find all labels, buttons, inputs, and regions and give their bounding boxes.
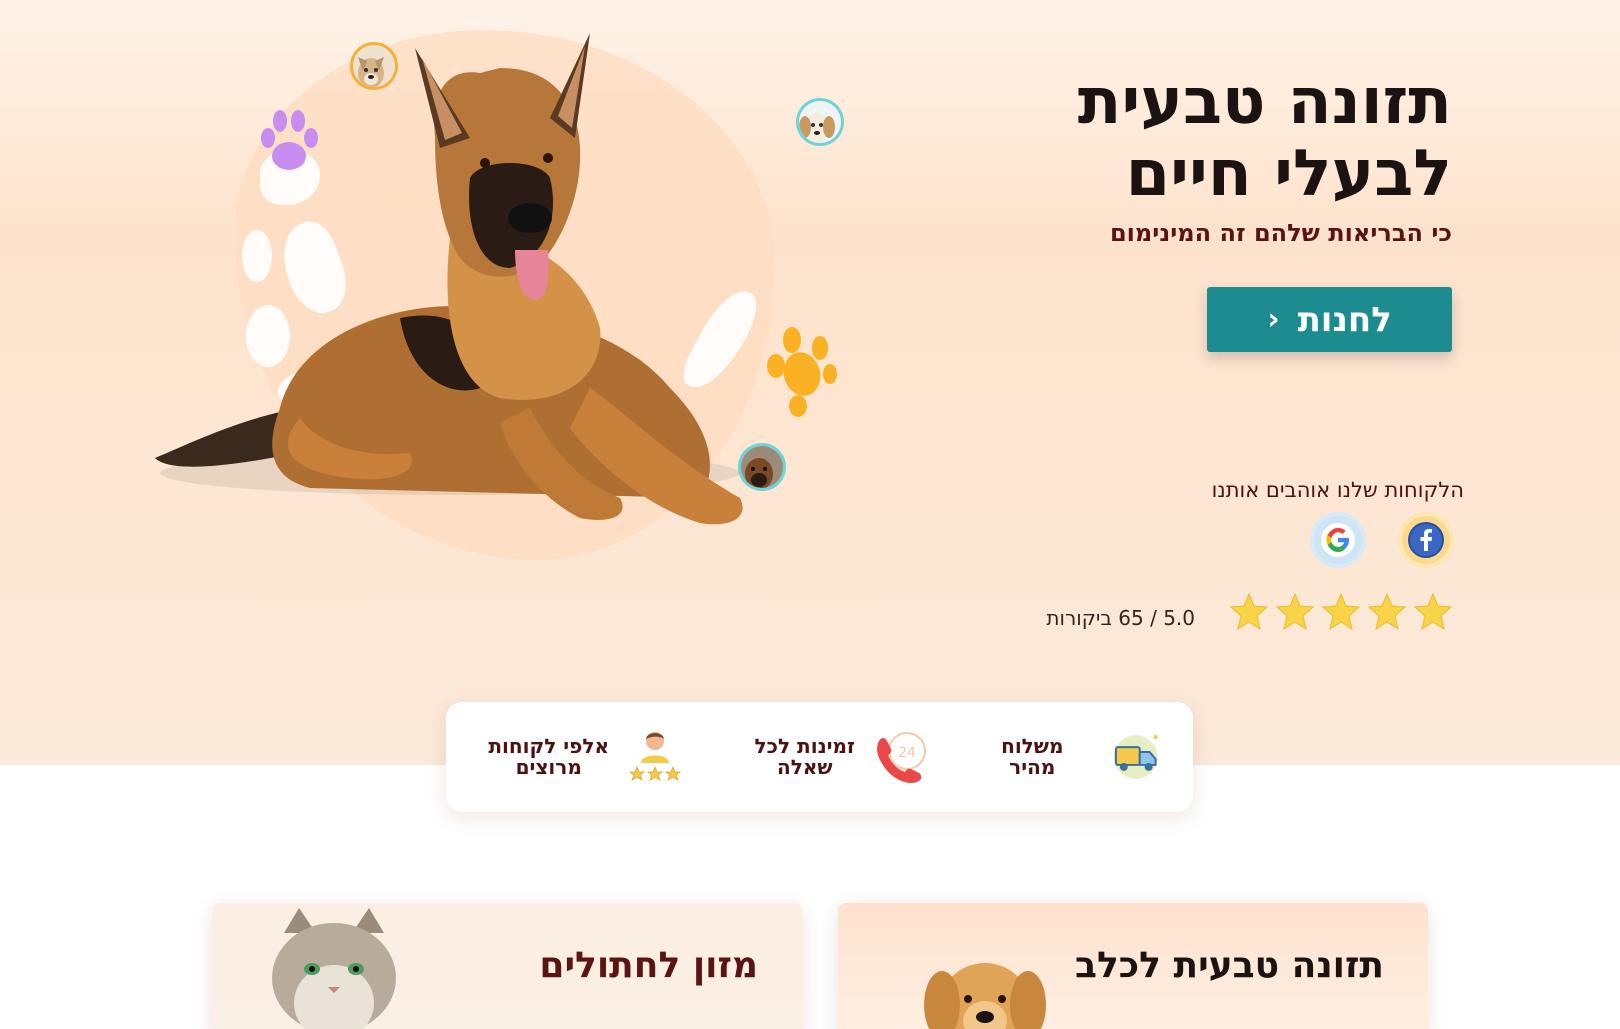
- dog-card-title: תזונה טבעית לכלב: [1075, 945, 1384, 986]
- feature-label-line2: שאלה: [776, 755, 833, 779]
- feature-label: משלוח מהיר: [1001, 734, 1064, 779]
- feature-happy-customers: אלפי לקוחות מרוצים: [485, 720, 685, 794]
- google-review-link[interactable]: [1310, 512, 1366, 568]
- facebook-icon: [1402, 516, 1450, 564]
- dog-food-card[interactable]: תזונה טבעית לכלב: [838, 903, 1428, 1029]
- hero-subtitle: כי הבריאות שלהם זה המינימום: [1109, 219, 1452, 247]
- star-icon: [1321, 592, 1361, 631]
- chevron-left-icon: ‹: [1267, 301, 1280, 337]
- star-icon: [1275, 592, 1315, 631]
- feature-availability: 24 זמינות לכל שאלה: [731, 720, 931, 794]
- hero-title-line1: תזונה טבעית: [1077, 65, 1452, 139]
- star-icon: [1367, 592, 1407, 631]
- hero-title-line2: לבעלי חיים: [1125, 137, 1452, 211]
- features-bar: משלוח מהיר 24 זמינות לכל שאלה אלפי לקוחו…: [446, 702, 1193, 812]
- feature-fast-delivery: משלוח מהיר: [975, 720, 1165, 794]
- cat-food-card[interactable]: מזון לחתולים: [212, 903, 802, 1029]
- cat-image: [272, 908, 396, 1029]
- star-icon: [1413, 592, 1453, 631]
- feature-label: זמינות לכל שאלה: [755, 736, 855, 778]
- rating-stars: [1229, 592, 1453, 632]
- reviews-title: הלקוחות שלנו אוהבים אותנו: [1211, 478, 1464, 502]
- feature-label: אלפי לקוחות מרוצים: [488, 736, 609, 778]
- hero-title: תזונה טבעית לבעלי חיים: [932, 66, 1452, 210]
- facebook-review-link[interactable]: [1398, 512, 1454, 568]
- rating-summary: 5.0 / 65 ביקורות: [1046, 606, 1195, 630]
- shop-button-label: לחנות: [1297, 299, 1392, 340]
- feature-label-line1: אלפי לקוחות: [488, 734, 609, 758]
- delivery-truck-icon: [1113, 735, 1158, 779]
- google-icon: [1314, 516, 1362, 564]
- svg-text:24: 24: [898, 745, 916, 761]
- feature-label-line2: מרוצים: [515, 755, 582, 779]
- golden-retriever-image: [924, 963, 1046, 1029]
- happy-customer-icon: [628, 732, 682, 781]
- shop-button[interactable]: לחנות ‹: [1207, 287, 1452, 352]
- feature-label-line1: זמינות לכל: [754, 734, 855, 758]
- cat-card-title: מזון לחתולים: [539, 945, 758, 986]
- dog-avatar: [796, 98, 844, 146]
- star-icon: [1229, 592, 1269, 631]
- german-shepherd-image: [155, 33, 743, 525]
- phone-24-icon: 24: [877, 732, 926, 784]
